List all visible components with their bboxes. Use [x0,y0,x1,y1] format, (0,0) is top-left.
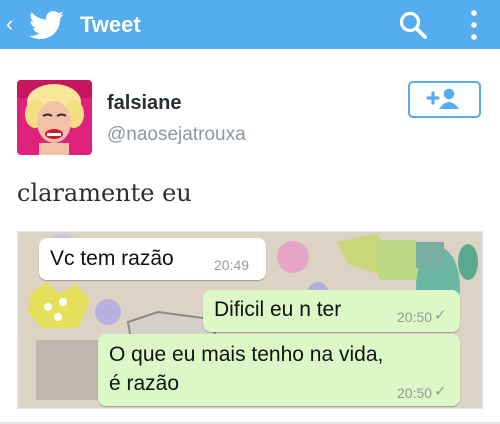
page-title: Tweet [80,12,141,37]
message-time: 20:49 [214,257,250,273]
message-text: Dificil eu n ter [214,298,342,321]
tweet-media[interactable]: Vc tem razão 20:49 Dificil eu n ter 20:5… [17,231,483,409]
message-time: 20:50 [397,385,433,401]
chevron-left-icon[interactable]: ‹ [6,12,20,36]
message-text-line: O que eu mais tenho na vida, [109,343,384,366]
message-text: Vc tem razão [50,247,174,270]
twitter-bird-icon[interactable] [29,11,65,39]
display-name[interactable]: falsiane [107,91,181,115]
tweet-text: claramente eu [17,179,192,207]
message-bubble-incoming[interactable]: Vc tem razão 20:49 [39,238,266,280]
overflow-menu-icon[interactable] [466,8,482,42]
message-text-line: é razão [109,372,180,395]
top-action-bar: ‹ Tweet [0,0,500,49]
avatar[interactable] [17,80,92,155]
username[interactable]: @naosejatrouxa [107,123,246,147]
message-time: 20:50 [397,309,433,325]
delivered-check-icon: ✓ [434,383,447,400]
message-bubble-outgoing[interactable]: Dificil eu n ter 20:50 ✓ [203,290,460,332]
add-user-icon [426,88,459,109]
follow-button[interactable] [408,81,481,118]
search-icon[interactable] [398,10,428,40]
message-bubble-outgoing[interactable]: O que eu mais tenho na vida, é razão 20:… [98,334,460,406]
delivered-check-icon: ✓ [434,307,447,324]
